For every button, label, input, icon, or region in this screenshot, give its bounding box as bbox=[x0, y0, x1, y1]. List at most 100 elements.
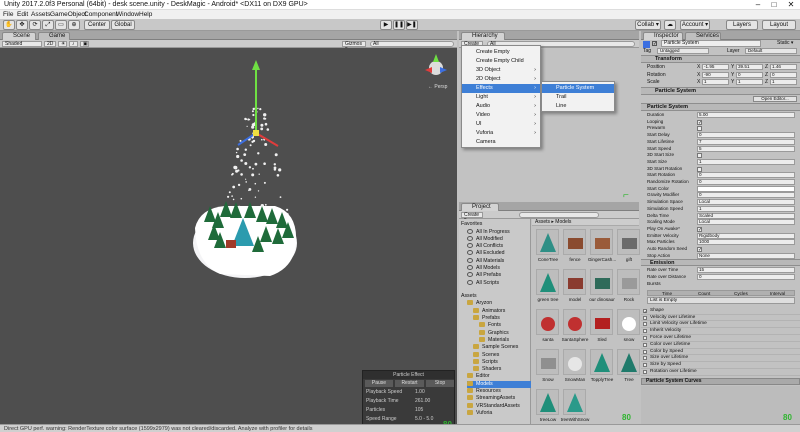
folder-item[interactable]: Resources bbox=[467, 388, 501, 395]
particle-system-main-module[interactable]: Particle System bbox=[641, 103, 800, 111]
module-checkbox[interactable] bbox=[643, 349, 647, 354]
account-button[interactable]: Account ▾ bbox=[680, 20, 710, 30]
menu-edit[interactable]: Edit bbox=[17, 11, 28, 18]
menu-item-camera[interactable]: Camera bbox=[462, 138, 540, 147]
folder-item[interactable]: Fonts bbox=[479, 322, 501, 329]
ps-property-field[interactable]: 1 bbox=[697, 205, 795, 212]
favorite-item[interactable]: All Conflicts bbox=[467, 243, 503, 250]
ps-module-row[interactable]: Color over Lifetime bbox=[641, 342, 800, 349]
fx-icon[interactable]: ▣ bbox=[80, 41, 89, 47]
layer-dropdown[interactable]: Default bbox=[745, 48, 797, 54]
asset-thumbnail[interactable] bbox=[536, 269, 559, 295]
folder-item[interactable]: StreamingAssets bbox=[467, 395, 515, 402]
transform-y-field[interactable]: 0 bbox=[736, 71, 763, 78]
menu-component[interactable]: Component bbox=[84, 11, 118, 18]
menu-item-vuforia[interactable]: Vuforia › bbox=[462, 129, 540, 138]
menu-window[interactable]: Window bbox=[116, 11, 139, 18]
tab-inspector[interactable]: Inspector bbox=[643, 32, 683, 40]
2d-toggle[interactable]: 2D bbox=[44, 41, 56, 47]
transform-header[interactable]: Transform bbox=[641, 55, 800, 63]
favorite-item[interactable]: All Modified bbox=[467, 235, 503, 243]
ps-property-checkbox[interactable]: ✓ bbox=[697, 119, 702, 125]
ps-property-checkbox[interactable] bbox=[697, 126, 702, 132]
menu-item-particle-system[interactable]: Particle System bbox=[542, 84, 614, 93]
favorite-item[interactable]: All In Progress bbox=[467, 228, 510, 236]
project-breadcrumb[interactable]: Assets ▸ Models bbox=[532, 219, 639, 226]
asset-thumbnail[interactable] bbox=[563, 309, 586, 335]
tab-hierarchy[interactable]: Hierarchy bbox=[461, 32, 505, 40]
move-tool-icon[interactable]: ✥ bbox=[16, 20, 28, 30]
gizmos-dropdown[interactable]: Gizmos ▾ bbox=[342, 41, 366, 52]
asset-thumbnail[interactable] bbox=[563, 269, 586, 295]
folder-item[interactable]: Sample Scenes bbox=[473, 344, 518, 351]
tag-dropdown[interactable]: Untagged bbox=[657, 48, 709, 54]
asset-thumbnail[interactable] bbox=[536, 349, 559, 375]
folder-item[interactable]: Materials bbox=[479, 336, 509, 344]
folder-item[interactable]: Aryzon bbox=[467, 300, 492, 307]
transform-z-field[interactable]: 0 bbox=[770, 71, 797, 78]
scale-tool-icon[interactable]: ⤢ bbox=[42, 20, 54, 30]
tab-services[interactable]: Services bbox=[685, 32, 721, 40]
rect-tool-icon[interactable]: ▭ bbox=[55, 20, 67, 30]
asset-thumbnail[interactable] bbox=[617, 269, 640, 295]
space-toggle[interactable]: Global bbox=[111, 20, 135, 30]
close-button[interactable]: ✕ bbox=[785, 0, 797, 10]
favorite-item[interactable]: All Models bbox=[467, 265, 500, 272]
folder-item[interactable]: Prefabs bbox=[473, 315, 500, 322]
ps-module-row[interactable]: Inherit Velocity bbox=[641, 328, 800, 335]
ps-property-checkbox[interactable] bbox=[697, 166, 702, 172]
module-checkbox[interactable] bbox=[643, 322, 647, 327]
ps-property-checkbox[interactable]: ✓ bbox=[697, 247, 702, 253]
menu-item-line[interactable]: Line bbox=[542, 102, 614, 111]
open-editor-button[interactable]: Open Editor... bbox=[753, 96, 797, 102]
ps-property-field[interactable]: Rigidbody bbox=[697, 232, 795, 239]
active-checkbox[interactable]: ✓ bbox=[652, 41, 657, 47]
project-create-button[interactable]: Create ▾ bbox=[461, 212, 483, 223]
ps-property-field[interactable]: None bbox=[697, 252, 795, 259]
pause-effect-button[interactable]: Pause bbox=[365, 380, 393, 387]
menu-item-effects[interactable]: Effects › bbox=[462, 84, 540, 93]
folder-item[interactable]: Scenes bbox=[473, 351, 499, 359]
menu-assets[interactable]: Assets bbox=[31, 11, 51, 18]
ps-property-field[interactable]: 1000 bbox=[697, 239, 795, 246]
asset-thumbnail[interactable] bbox=[590, 349, 613, 375]
light-icon[interactable]: ☀ bbox=[58, 41, 67, 47]
tab-game[interactable]: Game bbox=[38, 32, 70, 40]
folder-item[interactable]: VRStandardAssets bbox=[467, 402, 520, 410]
asset-thumbnail[interactable] bbox=[590, 309, 613, 335]
asset-thumbnail[interactable] bbox=[536, 229, 559, 255]
module-checkbox[interactable] bbox=[643, 370, 647, 374]
play-icon[interactable]: ▶ bbox=[380, 20, 392, 30]
layers-dropdown[interactable]: Layers bbox=[726, 20, 758, 30]
ps-property-checkbox[interactable]: ✓ bbox=[697, 226, 702, 232]
particle-curves-header[interactable]: Particle System Curves bbox=[641, 378, 800, 385]
ps-module-row[interactable]: Force over Lifetime bbox=[641, 335, 800, 342]
module-checkbox[interactable]: ✓ bbox=[643, 308, 647, 313]
transform-tool-icon[interactable]: ⊕ bbox=[68, 20, 80, 30]
module-checkbox[interactable] bbox=[643, 356, 647, 361]
module-checkbox[interactable] bbox=[643, 315, 647, 320]
emission-module-header[interactable]: Emission bbox=[641, 259, 800, 267]
folder-item[interactable]: Models bbox=[467, 380, 531, 388]
folder-item[interactable]: Animators bbox=[473, 307, 505, 315]
asset-thumbnail[interactable] bbox=[617, 229, 640, 255]
pause-icon[interactable]: ❚❚ bbox=[393, 20, 405, 30]
ps-module-row[interactable]: Rotation over Lifetime bbox=[641, 369, 800, 376]
scene-view[interactable]: ← Persp Particle Effect Pause Restart St… bbox=[0, 48, 457, 430]
menu-item-create-empty-child[interactable]: Create Empty Child bbox=[462, 57, 540, 66]
object-name-field[interactable]: Particle System bbox=[661, 40, 761, 47]
asset-thumbnail[interactable] bbox=[563, 229, 586, 255]
module-checkbox[interactable] bbox=[643, 329, 647, 334]
tree-section[interactable]: Assets bbox=[461, 293, 477, 300]
menu-item-trail[interactable]: Trail bbox=[542, 93, 614, 102]
hand-tool-icon[interactable]: ✋ bbox=[3, 20, 15, 30]
folder-item[interactable]: Graphics bbox=[479, 329, 509, 337]
menu-item-light[interactable]: Light › bbox=[462, 93, 540, 102]
favorite-item[interactable]: All Excluded bbox=[467, 250, 505, 257]
favorite-item[interactable]: All Prefabs bbox=[467, 272, 501, 279]
ps-property-field[interactable] bbox=[697, 185, 795, 192]
particle-system-header[interactable]: Particle System bbox=[641, 87, 800, 95]
maximize-button[interactable]: □ bbox=[768, 0, 780, 10]
menu-item-create-empty[interactable]: Create Empty bbox=[462, 48, 540, 57]
tree-section[interactable]: Favorites bbox=[461, 221, 482, 228]
